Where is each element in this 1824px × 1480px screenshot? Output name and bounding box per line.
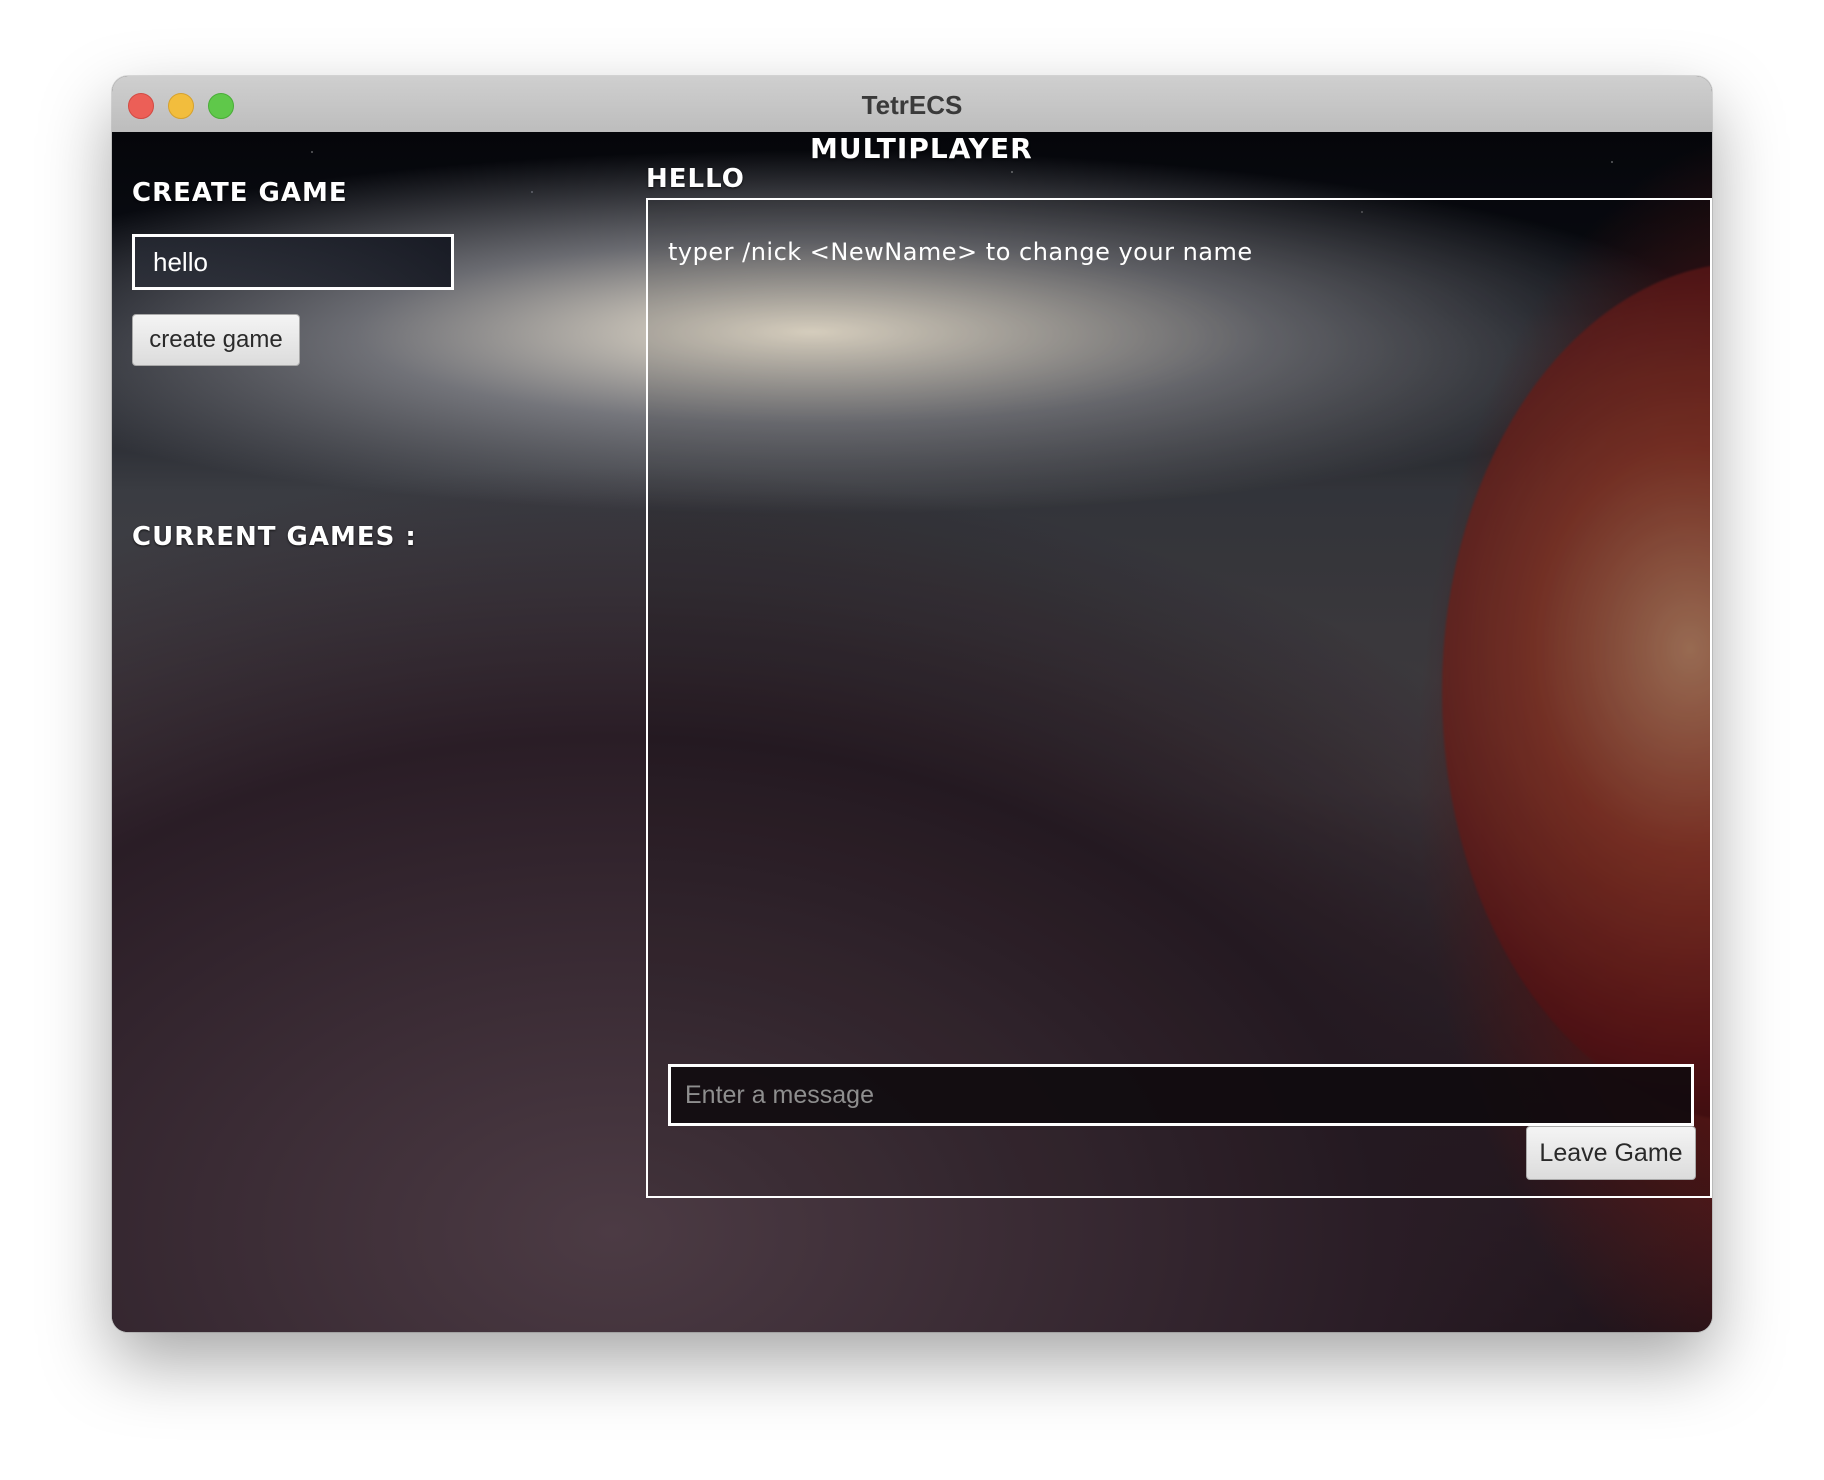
create-game-button[interactable]: create game [132, 314, 300, 366]
channel-name: HELLO [646, 164, 745, 194]
app-window: TetrECS MULTIPLAYER CREATE GAME create g… [112, 76, 1712, 1332]
chat-panel: typer /nick <NewName> to change your nam… [646, 198, 1712, 1198]
chat-hint-message: typer /nick <NewName> to change your nam… [668, 238, 1253, 266]
screen-title: MULTIPLAYER [810, 132, 1033, 165]
current-games-heading: CURRENT GAMES : [132, 522, 417, 552]
leave-game-button[interactable]: Leave Game [1526, 1126, 1696, 1180]
create-game-heading: CREATE GAME [132, 178, 348, 208]
space-background: MULTIPLAYER CREATE GAME create game CURR… [112, 132, 1712, 1332]
window-title: TetrECS [861, 90, 963, 120]
title-bar[interactable]: TetrECS [112, 76, 1712, 133]
message-input[interactable] [668, 1064, 1694, 1126]
game-name-input[interactable] [132, 234, 454, 290]
